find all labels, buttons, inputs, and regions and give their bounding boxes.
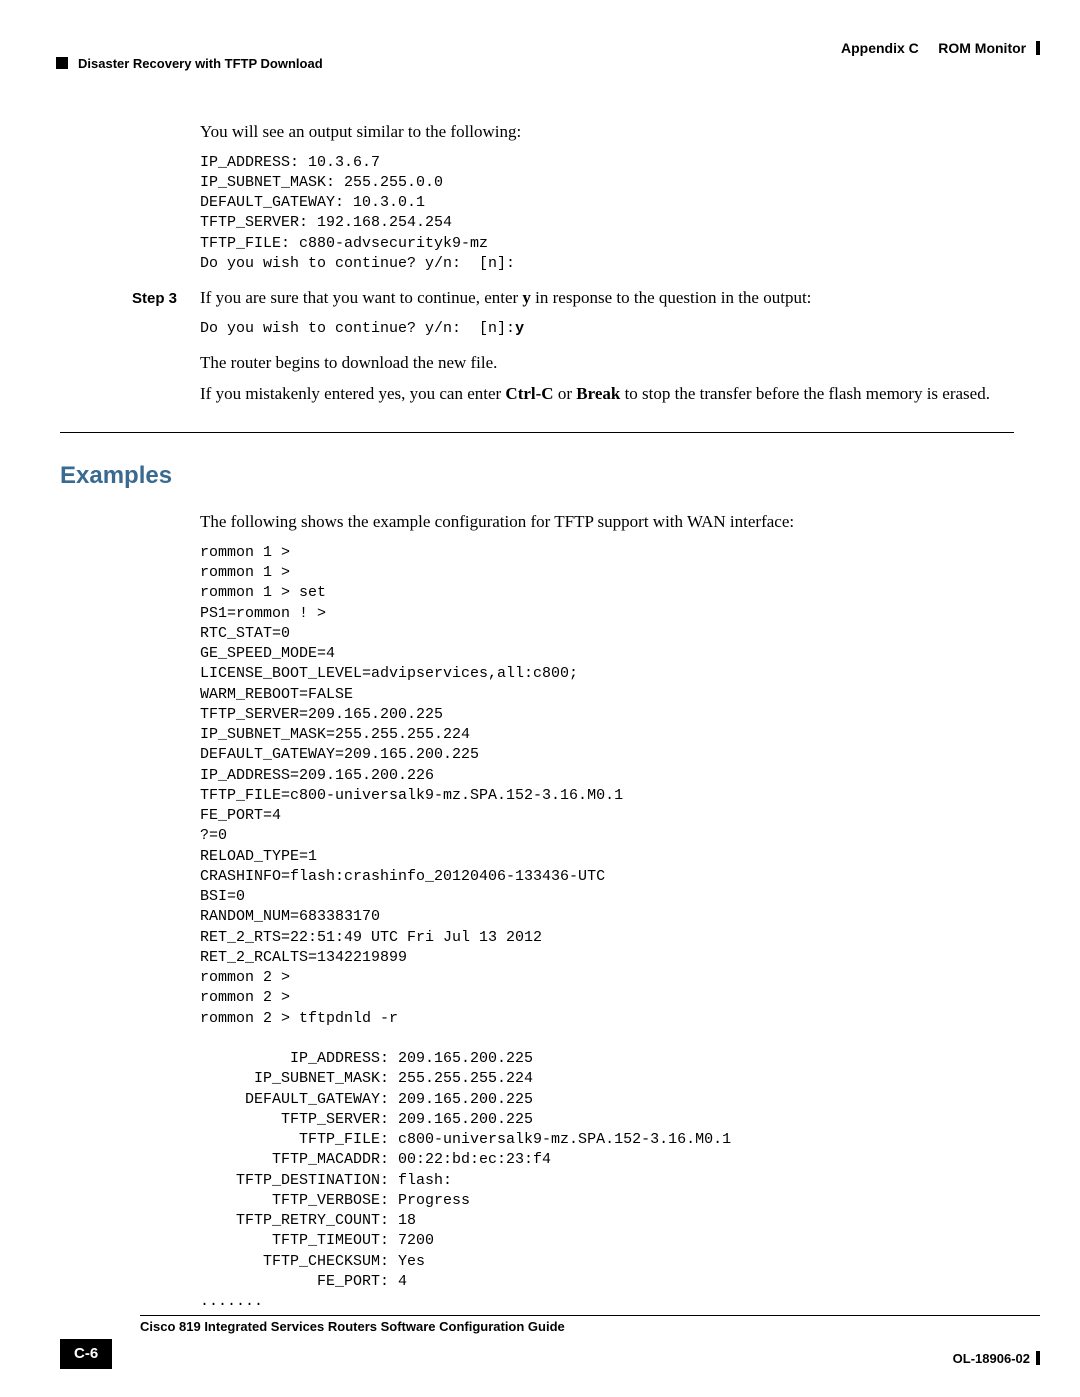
footer-rule	[140, 1315, 1040, 1316]
doc-id-text: OL-18906-02	[953, 1351, 1030, 1366]
header-appendix: Appendix C ROM Monitor	[841, 38, 1040, 58]
after-step-para-1: The router begins to download the new fi…	[200, 351, 1014, 376]
section-title: Disaster Recovery with TFTP Download	[78, 56, 323, 71]
page-header: Appendix C ROM Monitor Disaster Recovery…	[0, 0, 1080, 70]
p2-b1: Ctrl-C	[505, 384, 553, 403]
step-3-text-post: in response to the question in the outpu…	[531, 288, 811, 307]
p2-b2: Break	[576, 384, 620, 403]
step-3-text-bold: y	[522, 288, 531, 307]
footer-guide-title: Cisco 819 Integrated Services Routers So…	[140, 1318, 1040, 1337]
step-3-text-pre: If you are sure that you want to continu…	[200, 288, 522, 307]
step-3-text: If you are sure that you want to continu…	[200, 286, 1014, 311]
code2-pre: Do you wish to continue? y/n: [n]:	[200, 320, 515, 337]
examples-code-block: rommon 1 > rommon 1 > rommon 1 > set PS1…	[200, 543, 1014, 1313]
square-bullet-icon	[56, 57, 68, 69]
output-code-block-2: Do you wish to continue? y/n: [n]:y	[200, 319, 1014, 339]
header-bar-icon	[1036, 41, 1040, 55]
intro-paragraph: You will see an output similar to the fo…	[200, 120, 1014, 145]
section-divider	[60, 432, 1014, 433]
examples-intro: The following shows the example configur…	[200, 510, 1014, 535]
after-step-para-2: If you mistakenly entered yes, you can e…	[200, 382, 1014, 407]
step-3-label: Step 3	[60, 288, 200, 310]
step-3-row: Step 3 If you are sure that you want to …	[60, 286, 1014, 311]
p2-post: to stop the transfer before the flash me…	[620, 384, 990, 403]
code2-bold: y	[515, 320, 524, 337]
p2-mid: or	[554, 384, 577, 403]
output-code-block-1: IP_ADDRESS: 10.3.6.7 IP_SUBNET_MASK: 255…	[200, 153, 1014, 275]
doc-id: OL-18906-02	[953, 1350, 1040, 1369]
page-content: You will see an output similar to the fo…	[0, 70, 1080, 1312]
footer-bar-icon	[1036, 1351, 1040, 1365]
appendix-label: Appendix C	[841, 40, 919, 56]
examples-heading: Examples	[60, 459, 1014, 494]
page-number-badge: C-6	[60, 1339, 112, 1369]
p2-pre: If you mistakenly entered yes, you can e…	[200, 384, 505, 403]
header-section: Disaster Recovery with TFTP Download	[56, 55, 323, 74]
page-footer: Cisco 819 Integrated Services Routers So…	[0, 1315, 1080, 1369]
appendix-title: ROM Monitor	[938, 40, 1026, 56]
